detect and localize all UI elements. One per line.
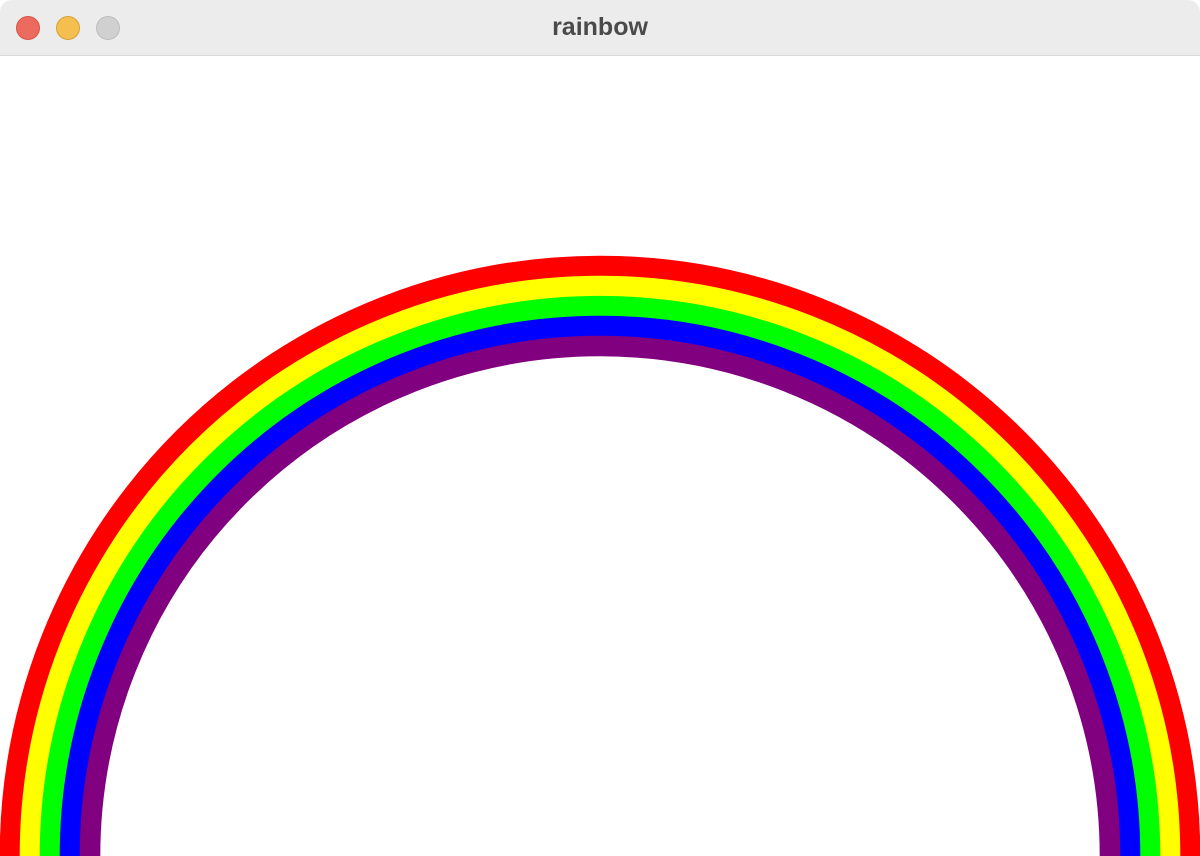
title-bar[interactable]: rainbow bbox=[0, 0, 1200, 56]
app-window: rainbow bbox=[0, 0, 1200, 856]
rainbow-band-green bbox=[39, 295, 1161, 856]
rainbow-band-yellow bbox=[19, 275, 1181, 856]
window-title: rainbow bbox=[552, 13, 648, 41]
drawing-canvas bbox=[0, 56, 1200, 856]
rainbow-drawing bbox=[0, 255, 1200, 856]
